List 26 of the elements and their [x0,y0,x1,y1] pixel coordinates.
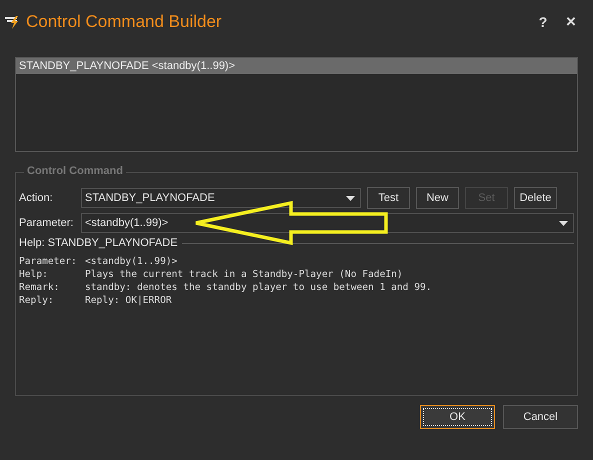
window-title: Control Command Builder [26,12,222,32]
command-list[interactable]: STANDBY_PLAYNOFADE <standby(1..99)> [15,57,578,152]
help-label: Remark: [19,281,60,294]
action-label: Action: [19,192,54,204]
help-text: standby: denotes the standby player to use between 1 and 99. [85,281,433,294]
help-text: Reply: OK|ERROR [85,294,173,307]
help-text: Plays the current track in a Standby-Player (No FadeIn) [85,268,404,281]
help-label: Help: [19,268,49,281]
action-button[interactable]: Delete [514,187,557,209]
help-label: Reply: [19,294,55,307]
dropdown-arrow-icon [559,220,568,226]
parameter-label: Parameter: [19,217,74,229]
action-button[interactable]: New [416,187,459,209]
help-title: Help: STANDBY_PLAYNOFADE [19,237,178,249]
help-text: <standby(1..99)> [85,255,178,268]
close-button[interactable]: × [559,12,583,32]
cancel-button[interactable]: Cancel [503,405,578,429]
parameter-dropdown[interactable]: <standby(1..99)> [81,213,574,233]
help-label: Parameter: [19,255,78,268]
action-dropdown[interactable]: STANDBY_PLAYNOFADE [81,188,361,208]
dropdown-arrow-icon [346,196,355,200]
ok-button[interactable]: OK [420,405,495,429]
help-button[interactable]: ? [531,14,555,30]
group-title: Control Command [24,165,126,177]
list-item[interactable]: STANDBY_PLAYNOFADE <standby(1..99)> [16,58,577,74]
action-button[interactable]: Test [367,187,410,209]
